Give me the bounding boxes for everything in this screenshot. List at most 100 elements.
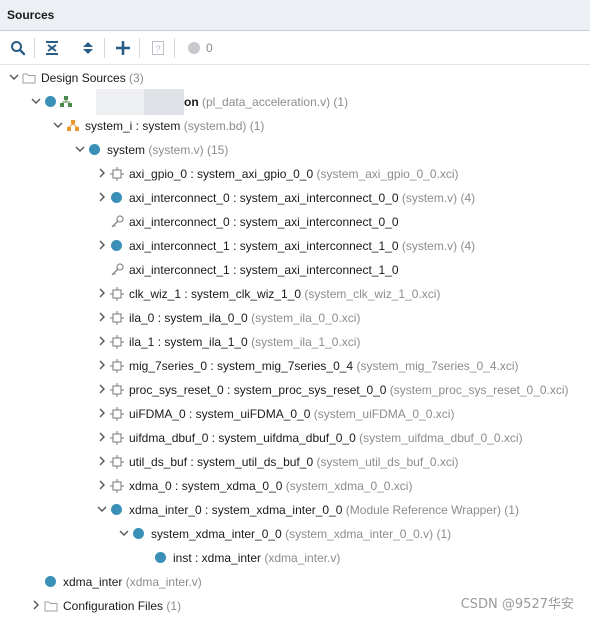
chevron-right-icon[interactable] — [97, 336, 107, 346]
help-icon[interactable]: ? — [148, 38, 168, 58]
tree-item-label: proc_sys_reset_0 : system_proc_sys_reset… — [129, 383, 569, 397]
key-icon — [111, 215, 124, 228]
tree-item-label: clk_wiz_1 : system_clk_wiz_1_0 (system_c… — [129, 287, 441, 301]
tree-row-inst-xdma-inter[interactable]: inst : xdma_inter (xdma_inter.v) — [0, 546, 590, 570]
toolbar-separator — [174, 38, 175, 58]
chevron-down-icon[interactable] — [75, 144, 85, 154]
tree-item-label: axi_interconnect_0 : system_axi_intercon… — [129, 215, 399, 229]
tree-item-label: axi_gpio_0 : system_axi_gpio_0_0 (system… — [129, 167, 459, 181]
tree-row-system[interactable]: system (system.v) (15) — [0, 138, 590, 162]
chevron-right-icon[interactable] — [97, 312, 107, 322]
chevron-right-icon[interactable] — [97, 432, 107, 442]
ip-core-icon — [110, 479, 124, 493]
chevron-right-icon[interactable] — [97, 384, 107, 394]
tree-item-label: xdma_inter_0 : system_xdma_inter_0_0 (Mo… — [129, 503, 519, 517]
chevron-down-icon[interactable] — [97, 504, 107, 514]
module-dot-icon — [154, 551, 168, 565]
module-dot-icon — [110, 191, 124, 205]
tree-row-top-module[interactable]: on (pl_data_acceleration.v) (1) — [0, 90, 590, 114]
ip-core-icon — [110, 455, 124, 469]
folder-icon — [22, 73, 36, 84]
top-module-label: on (pl_data_acceleration.v) (1) — [184, 95, 349, 109]
panel-title: Sources — [7, 8, 55, 22]
watermark: CSDN @9527华安 — [460, 597, 574, 612]
tree-row-clk-wiz-1[interactable]: clk_wiz_1 : system_clk_wiz_1_0 (system_c… — [0, 282, 590, 306]
chevron-right-icon[interactable] — [97, 456, 107, 466]
module-dot-icon — [110, 239, 124, 253]
tree-item-label: uifdma_dbuf_0 : system_uifdma_dbuf_0_0 (… — [129, 431, 523, 445]
tree-row-xdma-inter[interactable]: xdma_inter (xdma_inter.v) — [0, 570, 590, 594]
ip-core-icon — [110, 311, 124, 325]
status-count: 0 — [206, 41, 213, 55]
tree-row-ila-1[interactable]: ila_1 : system_ila_1_0 (system_ila_1_0.x… — [0, 330, 590, 354]
sources-panel-header: Sources — [0, 0, 590, 31]
ip-core-icon — [110, 287, 124, 301]
svg-text:?: ? — [155, 44, 160, 54]
sources-toolbar: ? 0 — [0, 31, 590, 65]
configuration-files-label: Configuration Files (1) — [63, 599, 182, 613]
ip-core-icon — [110, 335, 124, 349]
search-icon[interactable] — [8, 38, 28, 58]
tree-item-label: axi_interconnect_0 : system_axi_intercon… — [129, 191, 476, 205]
tree-row-xdma-inter-0[interactable]: xdma_inter_0 : system_xdma_inter_0_0 (Mo… — [0, 498, 590, 522]
folder-icon — [44, 601, 58, 612]
chevron-down-icon[interactable] — [31, 96, 41, 106]
tree-row-design-sources[interactable]: Design Sources (3) — [0, 66, 590, 90]
module-dot-icon — [44, 575, 58, 589]
tree-row-axi-interconnect-1[interactable]: axi_interconnect_1 : system_axi_intercon… — [0, 234, 590, 258]
collapse-all-icon[interactable] — [42, 38, 62, 58]
chevron-down-icon[interactable] — [9, 72, 19, 82]
tree-row-axi-gpio-0[interactable]: axi_gpio_0 : system_axi_gpio_0_0 (system… — [0, 162, 590, 186]
status-circle-icon[interactable] — [184, 38, 204, 58]
chevron-right-icon[interactable] — [97, 288, 107, 298]
tree-row-ila-0[interactable]: ila_0 : system_ila_0_0 (system_ila_0_0.x… — [0, 306, 590, 330]
chevron-right-icon[interactable] — [31, 600, 41, 610]
tree-item-label: uiFDMA_0 : system_uiFDMA_0_0 (system_uiF… — [129, 407, 455, 421]
chevron-right-icon[interactable] — [97, 192, 107, 202]
module-dot-icon — [132, 527, 146, 541]
ip-core-icon — [110, 359, 124, 373]
tree-row-axi-interconnect-1-ref[interactable]: axi_interconnect_1 : system_axi_intercon… — [0, 258, 590, 282]
tree-row-system-xdma-inter-0-0[interactable]: system_xdma_inter_0_0 (system_xdma_inter… — [0, 522, 590, 546]
hierarchy-icon — [60, 96, 72, 107]
tree-item-label: axi_interconnect_1 : system_axi_intercon… — [129, 239, 476, 253]
design-sources-label: Design Sources (3) — [41, 71, 144, 85]
chevron-right-icon[interactable] — [97, 168, 107, 178]
system-label: system (system.v) (15) — [107, 143, 229, 157]
chevron-right-icon[interactable] — [97, 480, 107, 490]
ip-core-icon — [110, 407, 124, 421]
tree-row-axi-interconnect-0-ref[interactable]: axi_interconnect_0 : system_axi_intercon… — [0, 210, 590, 234]
block-design-icon — [67, 120, 79, 131]
tree-row-xdma-0[interactable]: xdma_0 : system_xdma_0_0 (system_xdma_0_… — [0, 474, 590, 498]
chevron-right-icon[interactable] — [97, 240, 107, 250]
tree-row-mig-7series-0[interactable]: mig_7series_0 : system_mig_7series_0_4 (… — [0, 354, 590, 378]
tree-row-util-ds-buf[interactable]: util_ds_buf : system_util_ds_buf_0 (syst… — [0, 450, 590, 474]
add-icon[interactable] — [113, 38, 133, 58]
tree-row-system-i[interactable]: system_i : system (system.bd) (1) — [0, 114, 590, 138]
expand-all-icon[interactable] — [78, 38, 98, 58]
chevron-right-icon[interactable] — [97, 360, 107, 370]
tree-row-axi-interconnect-0[interactable]: axi_interconnect_0 : system_axi_intercon… — [0, 186, 590, 210]
toolbar-separator — [139, 38, 140, 58]
tree-item-label: ila_1 : system_ila_1_0 (system_ila_1_0.x… — [129, 335, 361, 349]
tree-row-uifdma-dbuf-0[interactable]: uifdma_dbuf_0 : system_uifdma_dbuf_0_0 (… — [0, 426, 590, 450]
key-icon — [111, 263, 124, 276]
tree-item-label: mig_7series_0 : system_mig_7series_0_4 (… — [129, 359, 519, 373]
ip-core-icon — [110, 167, 124, 181]
chevron-down-icon[interactable] — [119, 528, 129, 538]
tree-item-label: inst : xdma_inter (xdma_inter.v) — [173, 551, 341, 565]
tree-row-uifdma-0[interactable]: uiFDMA_0 : system_uiFDMA_0_0 (system_uiF… — [0, 402, 590, 426]
tree-item-label: ila_0 : system_ila_0_0 (system_ila_0_0.x… — [129, 311, 361, 325]
chevron-right-icon[interactable] — [97, 408, 107, 418]
ip-core-icon — [110, 383, 124, 397]
toolbar-separator — [34, 38, 35, 58]
tree-item-label: util_ds_buf : system_util_ds_buf_0 (syst… — [129, 455, 459, 469]
module-dot-icon — [110, 503, 124, 517]
module-dot-icon — [44, 95, 58, 109]
ip-core-icon — [110, 431, 124, 445]
chevron-down-icon[interactable] — [53, 120, 63, 130]
tree-row-proc-sys-reset-0[interactable]: proc_sys_reset_0 : system_proc_sys_reset… — [0, 378, 590, 402]
toolbar-separator — [104, 38, 105, 58]
module-dot-icon — [88, 143, 102, 157]
xdma-inter-label: xdma_inter (xdma_inter.v) — [63, 575, 202, 589]
